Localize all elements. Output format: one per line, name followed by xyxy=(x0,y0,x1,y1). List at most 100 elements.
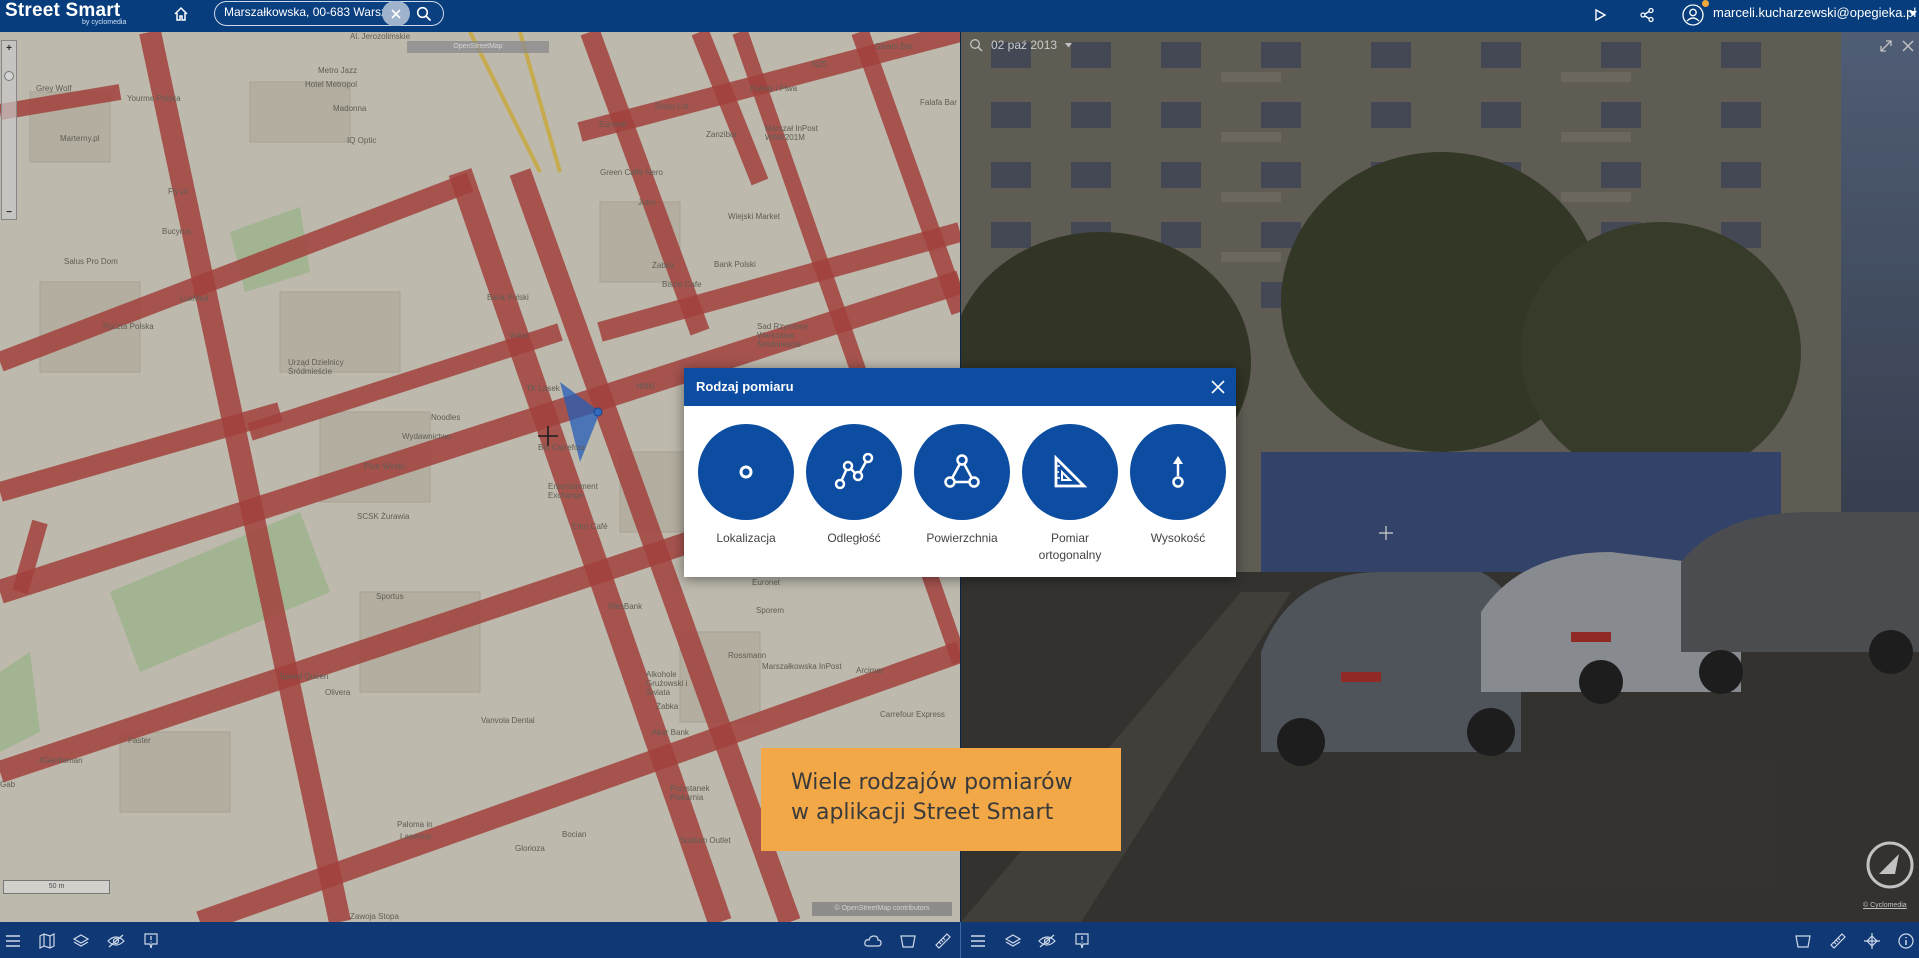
search-input[interactable]: Marszałkowska, 00-683 Warsz xyxy=(224,5,399,23)
measure-option-circle xyxy=(914,424,1010,520)
crosshair-icon xyxy=(538,426,558,446)
map-label: Disco Lot xyxy=(655,102,689,111)
home-icon xyxy=(174,6,188,21)
zoom-slider-handle[interactable] xyxy=(4,71,14,81)
bucket-icon xyxy=(1795,935,1811,948)
map-label: N25 xyxy=(812,60,827,69)
measure-option-area[interactable]: Powierzchnia xyxy=(912,424,1012,564)
map-label: Sportus xyxy=(376,592,404,601)
map-label: Piotr Wirski xyxy=(364,462,405,471)
map-label: Steam Bar xyxy=(875,42,913,51)
map-label: Volvo xyxy=(509,331,529,340)
search-clear-button[interactable] xyxy=(382,1,410,26)
panorama-menu-button[interactable] xyxy=(967,930,989,952)
play-button[interactable] xyxy=(1587,2,1613,28)
map-label: SCSK Żurawia xyxy=(357,512,410,521)
search-button[interactable] xyxy=(411,1,437,26)
map-label: Marszał InPost WAW201M xyxy=(765,124,818,142)
cloud-button[interactable] xyxy=(862,930,884,952)
map-label: Alkohole Grużowski i Świata xyxy=(646,670,688,697)
map-label: Kwiaty i Plwa xyxy=(750,84,798,93)
map-label: Poczta Polska xyxy=(103,322,154,331)
point-icon xyxy=(739,465,753,479)
map-icon xyxy=(39,933,55,949)
map-label: WesBank xyxy=(608,602,643,611)
map-label: Fly pl xyxy=(168,187,188,196)
bucket-button[interactable] xyxy=(897,930,919,952)
info-button[interactable] xyxy=(1895,930,1917,952)
measure-option-orthogonal[interactable]: Pomiar ortogonalny xyxy=(1020,424,1120,564)
user-email[interactable]: marceli.kucharzewski@opegieka.pl xyxy=(1713,5,1916,20)
map-view-button[interactable] xyxy=(36,930,58,952)
panorama-date-selector[interactable]: 02 paź 2013 xyxy=(969,34,1073,56)
panorama-bucket-button[interactable] xyxy=(1792,930,1814,952)
map-label: Carrefour Express xyxy=(880,710,945,719)
home-button[interactable] xyxy=(168,1,194,27)
map-label: Sodium Outlet xyxy=(680,836,731,845)
map-label: Hotel Metropol xyxy=(305,80,358,89)
map-label: Noodles xyxy=(431,413,461,422)
panorama-attribution[interactable]: © Cyclomedia xyxy=(1863,902,1907,909)
top-bar: Street Smart by cyclomedia Marszałkowska… xyxy=(0,0,1919,32)
map-scale-bar: 50 m xyxy=(3,880,110,894)
map-label: Marszałkowska InPost xyxy=(762,662,842,671)
map-label: LuxMed xyxy=(180,294,209,303)
map-label: Bocian xyxy=(562,830,587,839)
map-label: Zanzibar xyxy=(706,130,738,139)
caption-line-1: Wiele rodzajów pomiarów xyxy=(791,770,1073,795)
eye-off-icon xyxy=(107,934,125,948)
measure-option-height[interactable]: Wysokość xyxy=(1128,424,1228,564)
measure-option-location[interactable]: Lokalizacja xyxy=(696,424,796,564)
measurement-type-dialog: Rodzaj pomiaru Lokalizacja Odległość Pow… xyxy=(684,368,1236,577)
map-label: Bank Polski xyxy=(487,293,529,302)
app-logo: Street Smart by cyclomedia xyxy=(5,1,126,27)
zoom-icon xyxy=(970,39,983,52)
panorama-visibility-button[interactable] xyxy=(1036,930,1058,952)
share-button[interactable] xyxy=(1634,2,1660,28)
map-label: Olivera xyxy=(325,688,351,697)
annotation-button[interactable] xyxy=(140,930,162,952)
measure-option-circle xyxy=(1130,424,1226,520)
polyline-icon xyxy=(834,452,874,490)
layers-icon xyxy=(1005,934,1021,947)
measure-option-distance[interactable]: Odległość xyxy=(804,424,904,564)
close-icon xyxy=(391,8,401,19)
map-attribution[interactable]: © OpenStreetMap contributors xyxy=(812,902,952,916)
bottom-toolbar xyxy=(0,922,1919,958)
cyclomedia-logo-icon xyxy=(1866,841,1914,889)
visibility-toggle-button[interactable] xyxy=(105,930,127,952)
marker-icon xyxy=(144,933,158,949)
map-label: Rossmann xyxy=(728,651,767,660)
panorama-annotation-button[interactable] xyxy=(1071,930,1093,952)
height-icon xyxy=(1172,456,1184,488)
menu-button[interactable] xyxy=(2,930,24,952)
crosshair-icon xyxy=(1864,933,1880,949)
crosshair-button[interactable] xyxy=(1861,930,1883,952)
measure-option-label: Odległość xyxy=(827,531,881,545)
panorama-measure-button[interactable] xyxy=(1827,930,1849,952)
dialog-close-button[interactable] xyxy=(1208,377,1228,397)
marker-icon xyxy=(1075,933,1089,949)
map-label: Żabka xyxy=(652,261,675,270)
share-icon xyxy=(1640,7,1654,23)
zoom-out-button[interactable]: − xyxy=(2,205,16,219)
panorama-layers-button[interactable] xyxy=(1002,930,1024,952)
measure-option-label: Lokalizacja xyxy=(716,531,776,545)
expand-button[interactable] xyxy=(1876,36,1896,56)
measure-option-label: Pomiar ortogonalny xyxy=(1010,530,1130,564)
zoom-in-button[interactable]: + xyxy=(2,41,16,55)
layers-button[interactable] xyxy=(70,930,92,952)
app-title: Street Smart xyxy=(5,0,121,21)
measure-button[interactable] xyxy=(932,930,954,952)
panorama-date: 02 paź 2013 xyxy=(991,38,1058,52)
map-label: Euronet xyxy=(752,578,781,587)
toolbar-divider xyxy=(960,922,961,958)
dialog-header: Rodzaj pomiaru xyxy=(684,368,1236,406)
map-label: Przystanek Piekarnia xyxy=(670,784,710,802)
panorama-close-button[interactable] xyxy=(1898,36,1918,56)
chevron-down-icon[interactable] xyxy=(1909,11,1917,17)
app-subtitle: by cyclomedia xyxy=(82,19,127,26)
map-label: Urząd Dzielnicy Śródmieście xyxy=(288,358,344,376)
menu-icon xyxy=(6,935,20,947)
map-label: Akor Bank xyxy=(652,728,689,737)
